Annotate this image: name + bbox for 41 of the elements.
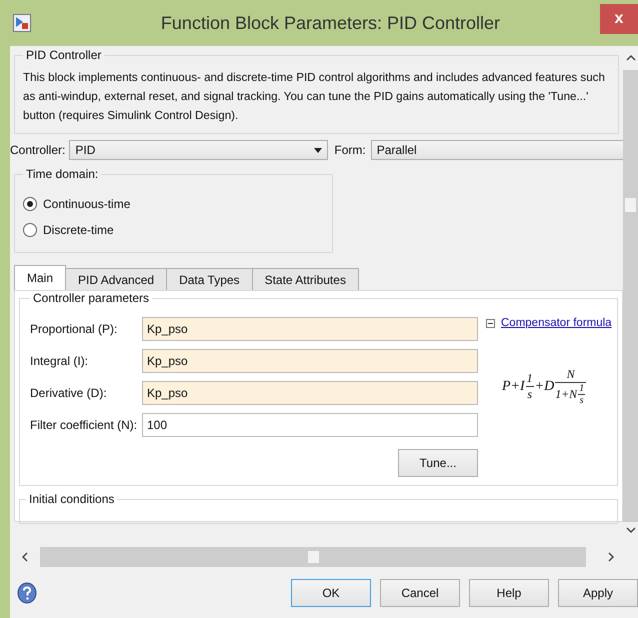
horizontal-scrollbar[interactable]	[40, 547, 586, 567]
text-field[interactable]: Kp_pso	[142, 381, 478, 405]
apply-button[interactable]: Apply	[558, 579, 638, 607]
section-title: PID Controller	[25, 48, 102, 62]
scroll-thumb[interactable]	[308, 551, 319, 563]
field-label: Controller:	[10, 143, 66, 157]
radio-label: Discrete-time	[43, 223, 114, 237]
field-label: Integral (I):	[30, 354, 90, 368]
radio-button[interactable]	[23, 223, 37, 237]
vertical-scrollbar[interactable]	[623, 70, 638, 522]
collapse-icon[interactable]	[486, 318, 495, 328]
field-label: Form:	[334, 143, 366, 157]
form-field[interactable]: Parallel	[370, 140, 623, 160]
help-button[interactable]: Help	[469, 579, 549, 607]
help-icon[interactable]	[17, 582, 37, 604]
ok-button[interactable]: OK	[291, 579, 371, 607]
tune-button[interactable]: Tune...	[398, 449, 478, 477]
compensator-formula-link[interactable]: Compensator formula	[501, 317, 612, 329]
tab[interactable]: State Attributes	[252, 268, 359, 290]
text-field[interactable]: Kp_pso	[142, 317, 478, 341]
field-label: Filter coefficient (N):	[30, 418, 138, 432]
app-icon	[13, 14, 31, 32]
window-title: Function Block Parameters: PID Controller	[160, 12, 502, 34]
tab[interactable]: Data Types	[166, 268, 253, 290]
group-title: Controller parameters	[32, 291, 150, 305]
close-button[interactable]: x	[600, 4, 638, 34]
tab[interactable]: PID Advanced	[65, 268, 168, 290]
group-title: Initial conditions	[28, 492, 116, 506]
field-label: Proportional (P):	[30, 322, 118, 336]
text-field[interactable]: 100	[142, 413, 478, 437]
controller-dropdown[interactable]: PID	[69, 140, 328, 160]
block-description: This block implements continuous- and discrete-time PID control algorithms and includes advanced features such as anti-windup, external reset, and signal tracking. You can tune the PID gains automatically using the 'Tune...' button (requires Simulink Control Design).	[23, 70, 606, 124]
group-title: Time domain:	[25, 167, 100, 181]
cancel-button[interactable]: Cancel	[380, 579, 460, 607]
radio-label: Continuous-time	[43, 197, 130, 211]
scroll-thumb[interactable]	[625, 198, 636, 212]
text-field[interactable]: Kp_pso	[142, 349, 478, 373]
field-label: Derivative (D):	[30, 386, 108, 400]
radio-button[interactable]	[23, 197, 37, 211]
caret-icon	[314, 148, 322, 152]
tab[interactable]: Main	[14, 265, 66, 290]
